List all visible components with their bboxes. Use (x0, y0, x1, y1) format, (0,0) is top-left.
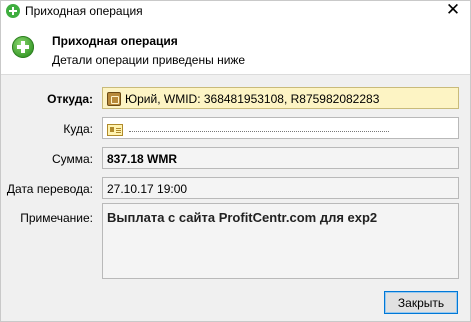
from-field[interactable]: Юрий, WMID: 368481953108, R875982082283 (102, 87, 459, 109)
date-field[interactable]: 27.10.17 19:00 (102, 177, 459, 199)
note-label: Примечание: (20, 211, 93, 225)
amount-field[interactable]: 837.18 WMR (102, 147, 459, 169)
from-value: Юрий, WMID: 368481953108, R875982082283 (125, 92, 380, 106)
amount-value: 837.18 WMR (107, 152, 178, 166)
dialog-footer: Закрыть (1, 283, 470, 321)
to-field[interactable] (102, 117, 459, 139)
date-label: Дата перевода: (6, 182, 93, 196)
header-title: Приходная операция (52, 34, 178, 48)
title-bar: Приходная операция ✕ (1, 1, 470, 22)
amount-label: Сумма: (51, 152, 93, 166)
header-subtitle: Детали операции приведены ниже (52, 53, 246, 67)
date-value: 27.10.17 19:00 (107, 182, 188, 196)
from-label: Откуда: (47, 92, 93, 106)
green-plus-icon (6, 4, 20, 18)
wallet-card-icon (107, 124, 123, 136)
window-title: Приходная операция (25, 4, 143, 18)
redacted-text (129, 128, 389, 132)
note-field[interactable]: Выплата с сайта ProfitCentr.com для exp2 (102, 203, 459, 279)
details-panel: Откуда: Юрий, WMID: 368481953108, R87598… (1, 76, 470, 283)
dialog-header: Приходная операция Детали операции приве… (1, 22, 470, 75)
green-plus-icon (12, 36, 34, 58)
close-window-button[interactable]: ✕ (438, 1, 468, 22)
incoming-operation-window: Приходная операция ✕ Приходная операция … (0, 0, 471, 322)
to-label: Куда: (63, 122, 93, 136)
close-button[interactable]: Закрыть (384, 291, 458, 314)
purse-icon (107, 92, 121, 106)
